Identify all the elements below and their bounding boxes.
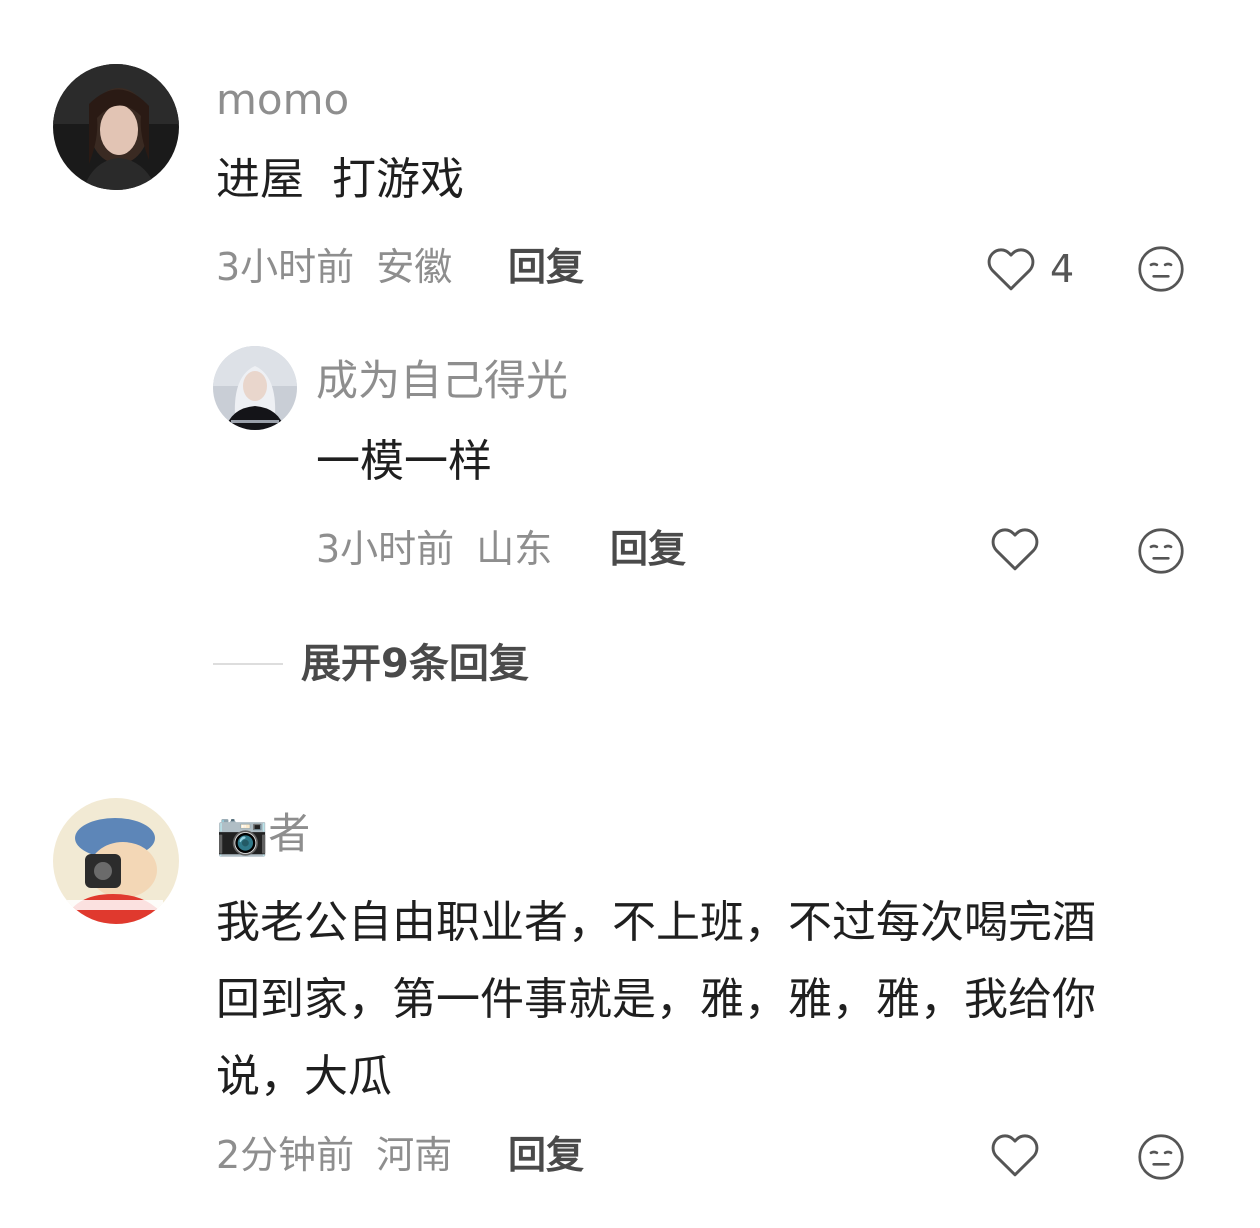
comment-text: 我老公自由职业者，不上班，不过每次喝完酒 回到家，第一件事就是，雅，雅，雅，我给… [216, 884, 1216, 1115]
neutral-face-icon [1138, 528, 1184, 574]
comment-meta: 3小时前 安徽 [216, 242, 452, 292]
reply-text: 一模一样 [316, 436, 492, 487]
heart-outline-icon [991, 528, 1039, 571]
comment-username[interactable]: 📷者 [216, 806, 310, 862]
comment-text: 进屋 打游戏 [216, 154, 464, 205]
comment-location: 河南 [376, 1133, 453, 1177]
reply-time: 3小时前 [316, 527, 455, 571]
like-button[interactable] [990, 526, 1044, 576]
expand-replies-button[interactable]: 展开9条回复 [213, 636, 529, 692]
dislike-button[interactable] [1136, 1132, 1186, 1182]
reply-username[interactable]: 成为自己得光 [316, 354, 568, 408]
reply-button[interactable]: 回复 [508, 242, 584, 292]
comment-text-line: 说，大瓜 [216, 1051, 392, 1102]
comment-text-line: 我老公自由职业者，不上班，不过每次喝完酒 [216, 897, 1096, 948]
avatar[interactable] [53, 64, 179, 190]
heart-outline-icon [987, 248, 1035, 291]
avatar-image [53, 64, 179, 190]
comment-username[interactable]: momo [216, 74, 349, 126]
comment-meta: 2分钟前 河南 [216, 1130, 452, 1180]
avatar[interactable] [53, 798, 179, 924]
neutral-face-icon [1138, 246, 1184, 292]
expand-divider [213, 663, 283, 665]
comment-time: 3小时前 [216, 245, 355, 289]
reply-location: 山东 [476, 527, 553, 571]
reply-button[interactable]: 回复 [610, 524, 686, 574]
dislike-button[interactable] [1136, 244, 1186, 294]
neutral-face-icon [1138, 1134, 1184, 1180]
like-count: 4 [1050, 247, 1075, 291]
comment-time: 2分钟前 [216, 1133, 355, 1177]
like-button[interactable]: 4 [986, 244, 1086, 294]
comment-location: 安徽 [376, 245, 453, 289]
expand-replies-label: 展开9条回复 [301, 641, 529, 687]
heart-outline-icon [991, 1134, 1039, 1177]
avatar-image [53, 798, 179, 924]
reply-button[interactable]: 回复 [508, 1130, 584, 1180]
avatar[interactable] [213, 346, 297, 430]
dislike-button[interactable] [1136, 526, 1186, 576]
comment-text-line: 回到家，第一件事就是，雅，雅，雅，我给你 [216, 974, 1096, 1025]
avatar-image [213, 346, 297, 430]
reply-meta: 3小时前 山东 [316, 524, 552, 574]
like-button[interactable] [990, 1132, 1044, 1182]
